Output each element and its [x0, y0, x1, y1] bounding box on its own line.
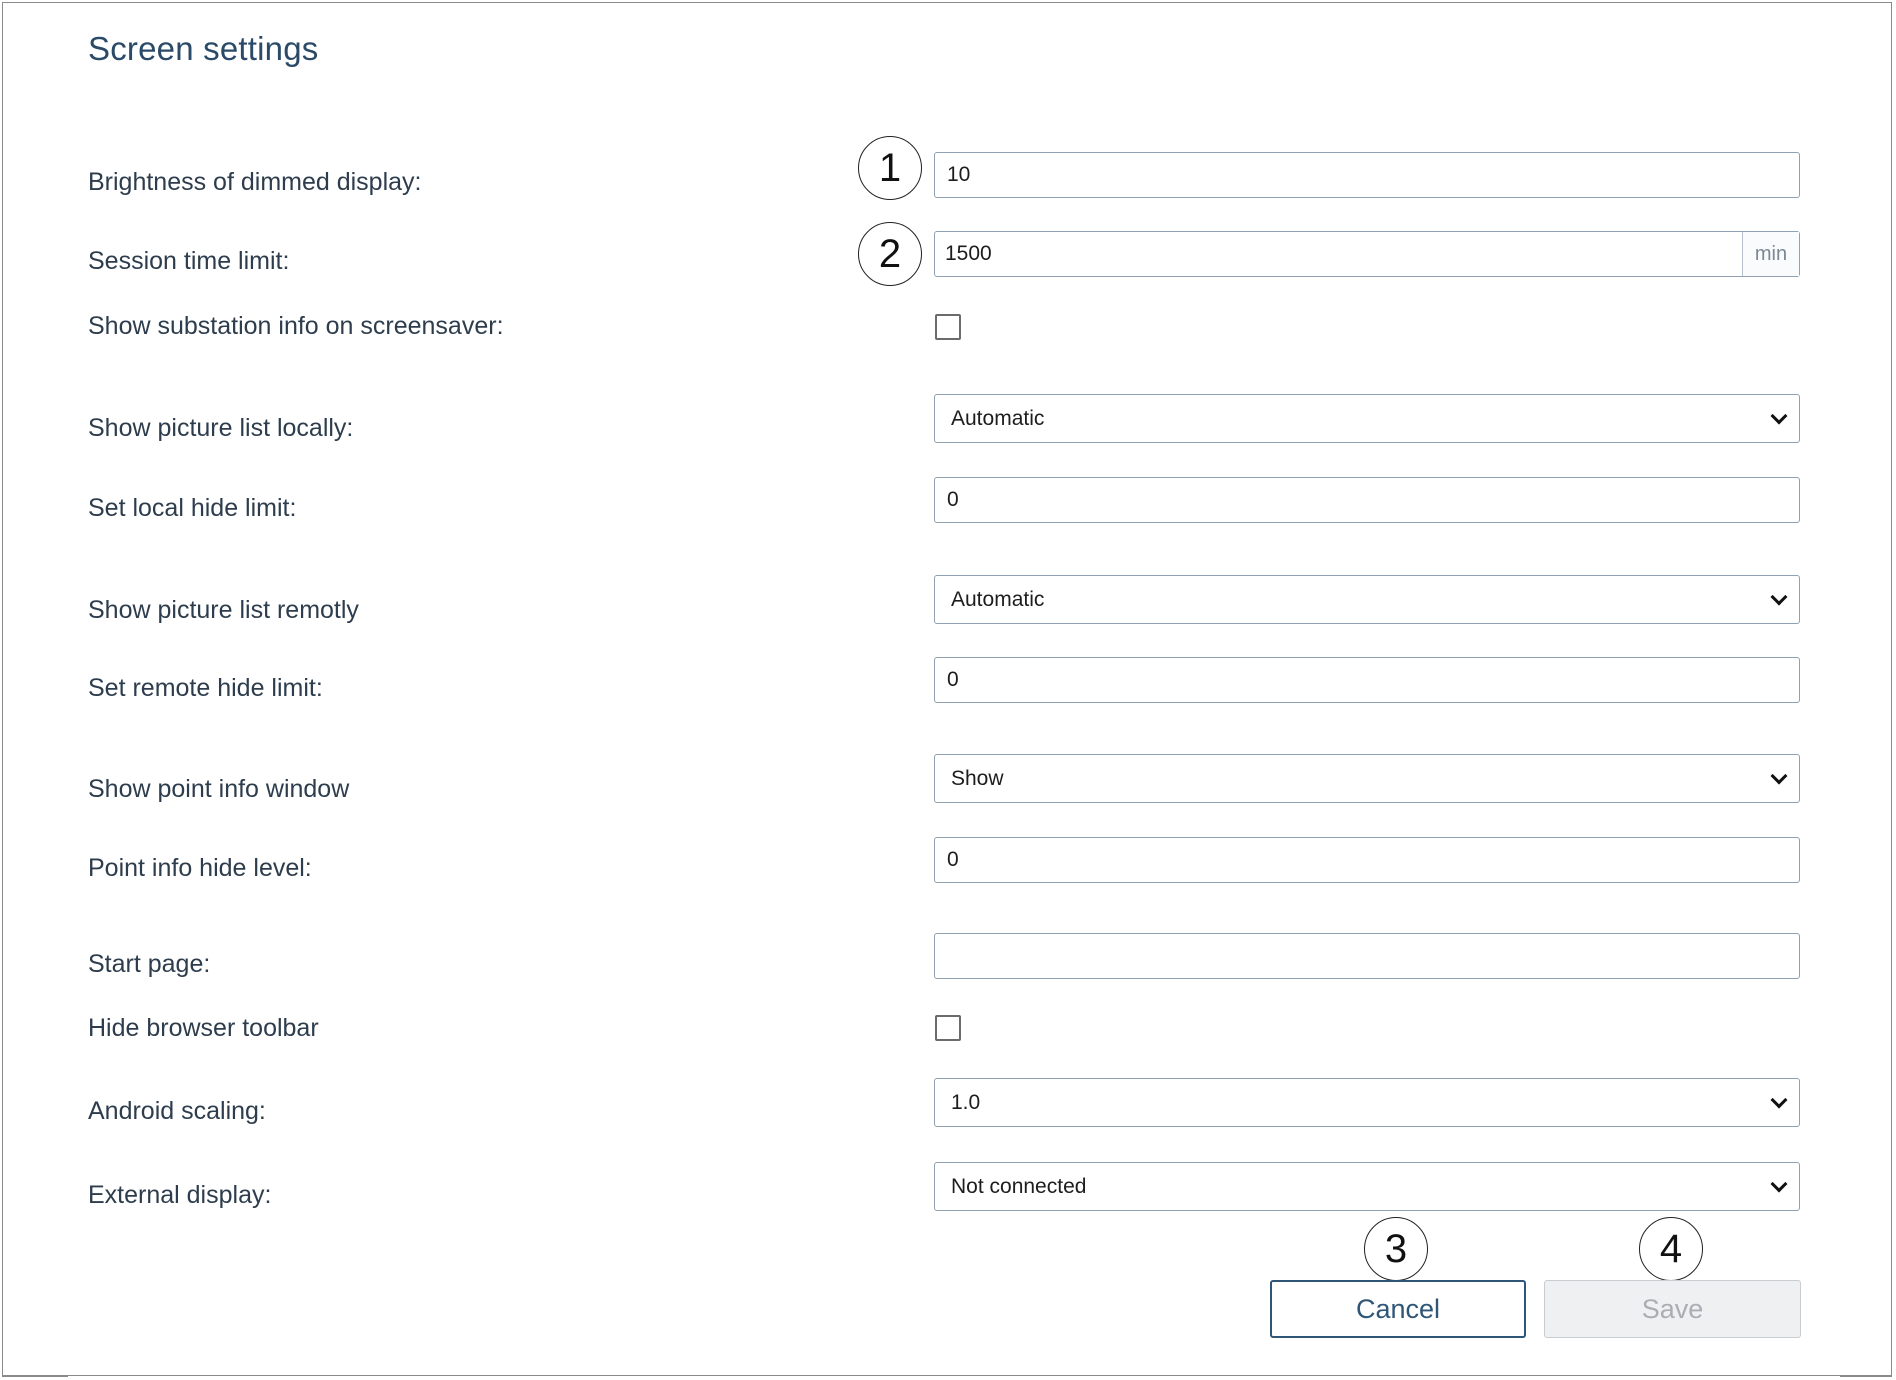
substation-info-checkbox[interactable]	[935, 314, 961, 340]
substation-info-label: Show substation info on screensaver:	[88, 312, 504, 340]
point-info-hide-level-value: 0	[947, 848, 959, 871]
start-page-label: Start page:	[88, 950, 211, 978]
picture-list-local-select[interactable]: Automatic	[934, 394, 1800, 443]
page-title: Screen settings	[88, 30, 319, 67]
remote-hide-limit-value: 0	[947, 668, 959, 691]
session-time-input[interactable]: 1500 min	[934, 231, 1800, 277]
external-display-label: External display:	[88, 1181, 272, 1209]
picture-list-remote-select[interactable]: Automatic	[934, 575, 1800, 624]
point-info-window-value: Show	[951, 766, 1004, 790]
chevron-down-icon	[1770, 588, 1788, 605]
hide-browser-toolbar-label: Hide browser toolbar	[88, 1014, 319, 1042]
chevron-down-icon	[1770, 1175, 1788, 1192]
picture-list-local-value: Automatic	[951, 406, 1045, 430]
point-info-hide-level-input[interactable]: 0	[934, 837, 1800, 883]
chevron-down-icon	[1770, 767, 1788, 784]
session-time-value: 1500	[945, 242, 992, 265]
picture-list-remote-value: Automatic	[951, 587, 1045, 611]
session-time-unit: min	[1742, 232, 1799, 276]
callout-3: 3	[1364, 1217, 1428, 1281]
picture-list-local-label: Show picture list locally:	[88, 414, 354, 442]
chevron-down-icon	[1770, 1091, 1788, 1108]
save-button[interactable]: Save	[1544, 1280, 1801, 1338]
brightness-label: Brightness of dimmed display:	[88, 168, 422, 196]
local-hide-limit-label: Set local hide limit:	[88, 494, 297, 522]
callout-2: 2	[858, 222, 922, 286]
remote-hide-limit-input[interactable]: 0	[934, 657, 1800, 703]
session-time-label: Session time limit:	[88, 247, 290, 275]
external-display-value: Not connected	[951, 1174, 1087, 1198]
point-info-window-label: Show point info window	[88, 775, 350, 803]
frame-edge-right	[1840, 1375, 1892, 1377]
picture-list-remote-label: Show picture list remotly	[88, 596, 359, 624]
local-hide-limit-input[interactable]: 0	[934, 477, 1800, 523]
hide-browser-toolbar-checkbox[interactable]	[935, 1015, 961, 1041]
brightness-input[interactable]: 10	[934, 152, 1800, 198]
chevron-down-icon	[1770, 407, 1788, 424]
external-display-select[interactable]: Not connected	[934, 1162, 1800, 1211]
brightness-value: 10	[947, 163, 971, 186]
local-hide-limit-value: 0	[947, 488, 959, 511]
point-info-hide-level-label: Point info hide level:	[88, 854, 312, 882]
android-scaling-select[interactable]: 1.0	[934, 1078, 1800, 1127]
remote-hide-limit-label: Set remote hide limit:	[88, 674, 323, 702]
start-page-input[interactable]	[934, 933, 1800, 979]
cancel-button[interactable]: Cancel	[1270, 1280, 1526, 1338]
callout-4: 4	[1639, 1217, 1703, 1281]
frame-edge-left	[2, 1375, 68, 1377]
point-info-window-select[interactable]: Show	[934, 754, 1800, 803]
android-scaling-label: Android scaling:	[88, 1097, 266, 1125]
android-scaling-value: 1.0	[951, 1090, 981, 1114]
callout-1: 1	[858, 136, 922, 200]
